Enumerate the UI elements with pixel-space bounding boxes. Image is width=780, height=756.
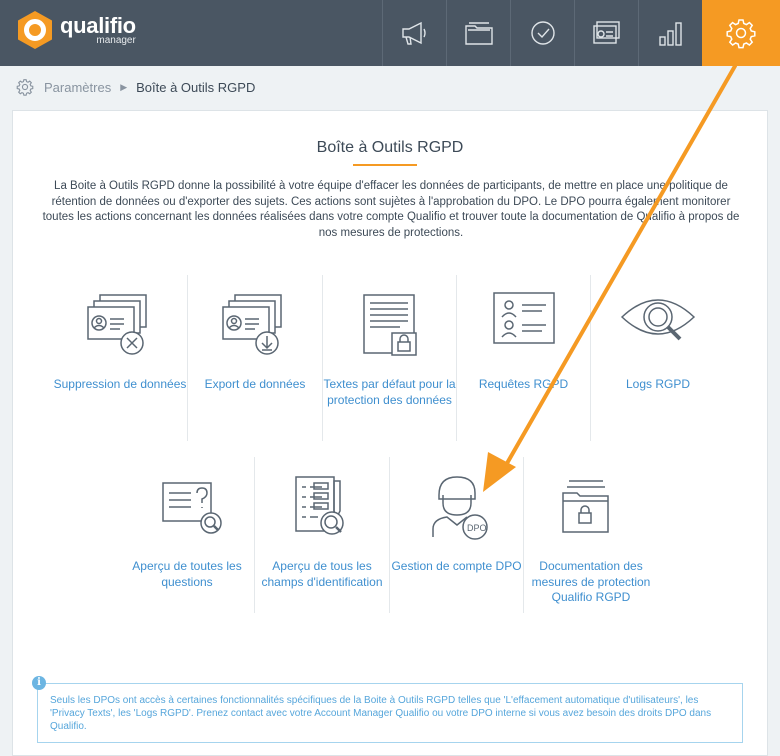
tile-export-donnees[interactable]: Export de données: [188, 289, 322, 429]
breadcrumb-current: Boîte à Outils RGPD: [136, 79, 256, 95]
nav-validation[interactable]: [510, 0, 574, 66]
id-card-download-icon: [222, 294, 282, 355]
breadcrumb-parametres[interactable]: Paramètres: [44, 80, 111, 95]
request-list-icon: [492, 292, 555, 344]
tile-label: Logs RGPD: [625, 377, 691, 391]
question-search-icon: [162, 482, 222, 534]
nav-contacts[interactable]: [574, 0, 638, 66]
info-icon: i: [32, 676, 46, 690]
bar-chart-icon: [658, 22, 682, 46]
form-search-icon: [295, 476, 344, 535]
main-panel: Boîte à Outils RGPD La Boite à Outils RG…: [12, 110, 768, 756]
nav-statistics[interactable]: [638, 0, 702, 66]
page-description: La Boite à Outils RGPD donne la possibil…: [42, 180, 740, 239]
title-underline: [353, 164, 417, 166]
tile-label: Suppression de données: [53, 377, 187, 391]
dpo-info-box: i Seuls les DPOs ont accès à certaines f…: [32, 676, 743, 743]
nav-campaigns[interactable]: [382, 0, 446, 66]
megaphone-icon: [401, 21, 426, 45]
tile-documentation-mesures[interactable]: Documentation des mesures de protection …: [524, 473, 658, 623]
tile-textes-par-defaut[interactable]: Textes par défaut pour la protection des…: [323, 289, 456, 439]
breadcrumb: Paramètres ▶ Boîte à Outils RGPD: [16, 76, 255, 98]
folder-lock-icon: [562, 480, 609, 533]
tile-label: Textes par défaut pour la protection des…: [323, 377, 456, 407]
breadcrumb-separator-icon: ▶: [120, 81, 128, 92]
settings-gear-icon: [16, 79, 34, 96]
contacts-icon: [592, 21, 620, 44]
tile-label: Gestion de compte DPO: [391, 559, 522, 573]
nav-settings[interactable]: [702, 0, 780, 66]
logo-name: qualifio: [60, 12, 136, 38]
tile-logs-rgpd[interactable]: Logs RGPD: [591, 289, 725, 429]
main-nav: [382, 0, 780, 66]
tile-apercu-questions[interactable]: Aperçu de toutes les questions: [120, 473, 254, 613]
folder-icon: [464, 22, 493, 45]
page-title: Boîte à Outils RGPD: [316, 139, 464, 156]
tile-apercu-champs[interactable]: Aperçu de tous les champs d'identificati…: [255, 473, 389, 613]
qualifio-logo[interactable]: qualifio manager: [16, 10, 136, 50]
nav-folders[interactable]: [446, 0, 510, 66]
tile-label: Requêtes RGPD: [478, 377, 569, 391]
eye-search-icon: [620, 299, 696, 341]
tile-label: Documentation des mesures de protection …: [531, 559, 651, 604]
tile-gestion-dpo[interactable]: DPO Gestion de compte DPO: [390, 473, 523, 613]
tile-suppression-donnees[interactable]: Suppression de données: [53, 289, 187, 429]
top-navigation-bar: qualifio manager: [0, 0, 780, 66]
id-card-delete-icon: [87, 294, 147, 355]
tile-requetes-rgpd[interactable]: Requêtes RGPD: [457, 289, 590, 429]
logo-hexagon-icon: [18, 11, 52, 49]
dpo-user-icon: DPO: [431, 476, 488, 540]
tile-label: Export de données: [204, 377, 306, 391]
document-lock-icon: [362, 294, 417, 356]
check-circle-icon: [530, 21, 555, 45]
tile-label: Aperçu de tous les champs d'identificati…: [261, 559, 383, 589]
tile-label: Aperçu de toutes les questions: [132, 559, 242, 589]
info-text: Seuls les DPOs ont accès à certaines fon…: [50, 695, 712, 732]
gear-icon: [726, 19, 756, 49]
svg-text:DPO: DPO: [467, 523, 487, 533]
